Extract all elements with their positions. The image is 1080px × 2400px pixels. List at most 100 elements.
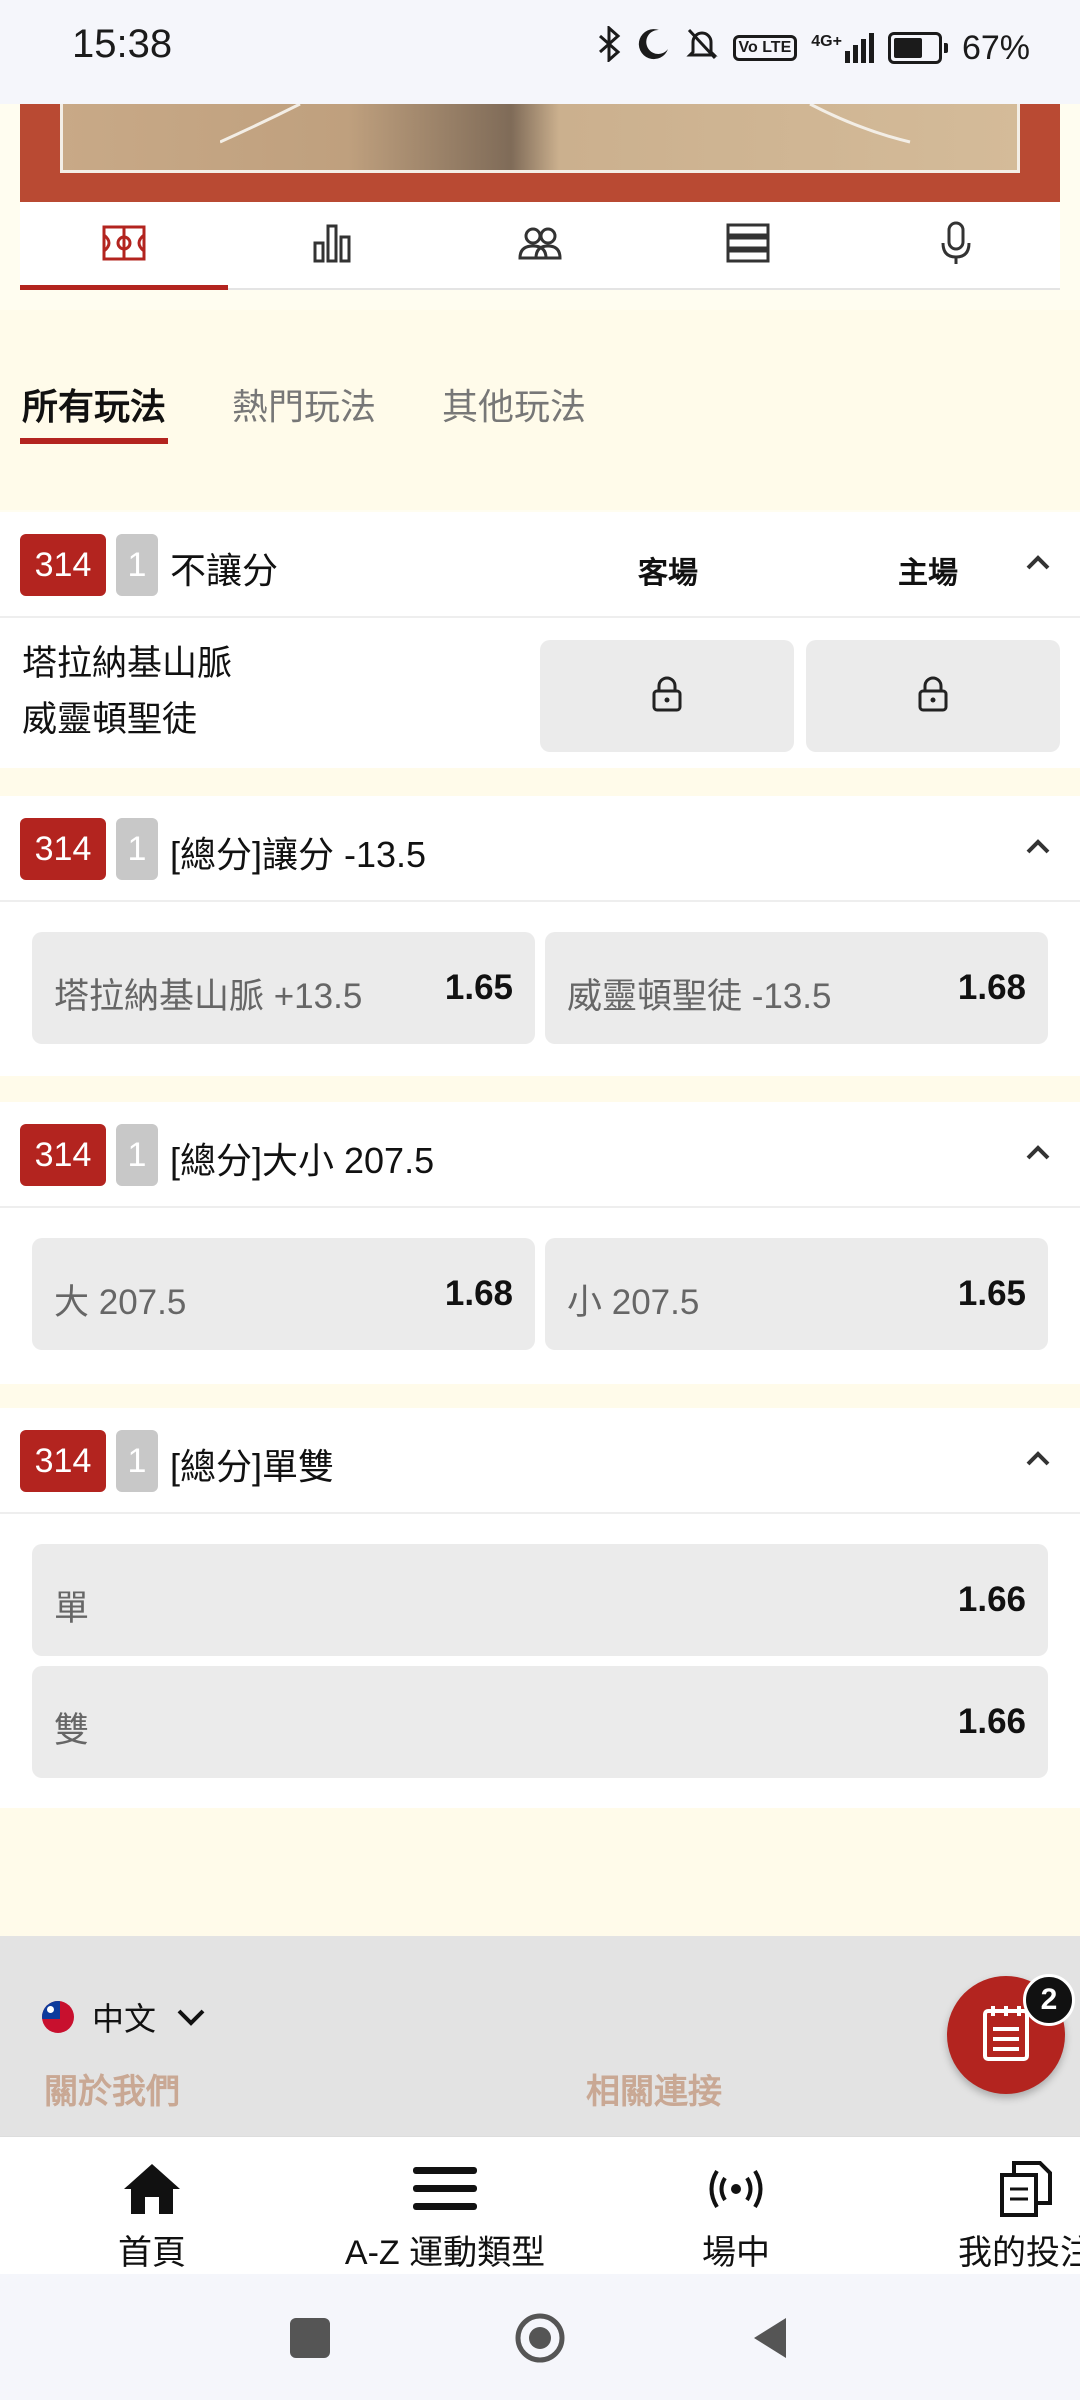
- lock-icon: [651, 676, 683, 717]
- market-total: 314 1 [總分]大小 207.5 大 207.5 1.68 小 207.5 …: [0, 1102, 1080, 1384]
- battery-icon: [887, 32, 948, 64]
- lineup-users-icon: [518, 226, 562, 265]
- nav-az-sports[interactable]: A-Z 運動類型: [330, 2137, 560, 2275]
- about-us-link[interactable]: 關於我們: [44, 2064, 180, 2113]
- moon-icon: [637, 27, 671, 70]
- lock-icon: [917, 676, 949, 717]
- period-badge: 1: [116, 818, 158, 880]
- odds-button-under[interactable]: 小 207.5 1.65: [545, 1238, 1048, 1350]
- odds-label: 單: [54, 1589, 90, 1628]
- market-code-badge: 314: [20, 534, 106, 596]
- basketball-court-icon: [102, 225, 146, 266]
- page-bottom-spacer: [0, 1808, 1080, 1936]
- market-code-badge: 314: [20, 1430, 106, 1492]
- odds-value: 1.68: [444, 1274, 513, 1313]
- tab-standings[interactable]: [644, 202, 852, 288]
- odds-button-home-handicap[interactable]: 威靈頓聖徒 -13.5 1.68: [545, 932, 1048, 1044]
- active-tab-indicator: [20, 438, 168, 444]
- period-badge: 1: [116, 1124, 158, 1186]
- language-label: 中文: [92, 2001, 157, 2037]
- odds-label: 威靈頓聖徒 -13.5: [567, 977, 832, 1016]
- system-navigation-bar: [0, 2274, 1080, 2400]
- home-column-label: 主場: [898, 557, 958, 590]
- nav-home[interactable]: 首頁: [90, 2137, 214, 2275]
- market-header[interactable]: 314 1 [總分]讓分 -13.5: [0, 796, 1080, 902]
- odds-button-away-handicap[interactable]: 塔拉納基山脈 +13.5 1.65: [32, 932, 535, 1044]
- team-names: 塔拉納基山脈 威靈頓聖徒: [22, 636, 232, 748]
- mute-bell-icon: [685, 26, 719, 71]
- market-title: [總分]單雙: [170, 1446, 335, 1487]
- period-badge: 1: [116, 1430, 158, 1492]
- tab-court[interactable]: [20, 202, 228, 290]
- standings-list-icon: [726, 223, 770, 268]
- documents-icon: [1000, 2161, 1052, 2217]
- tab-other-plays[interactable]: 其他玩法: [442, 378, 586, 430]
- market-header[interactable]: 314 1 [總分]大小 207.5: [0, 1102, 1080, 1208]
- tab-stats[interactable]: [228, 202, 436, 288]
- team-away-name: 塔拉納基山脈: [22, 644, 233, 683]
- stats-chart-icon: [312, 223, 352, 268]
- nav-my-bets[interactable]: 我的投注: [950, 2137, 1080, 2275]
- site-footer: 中文 關於我們 相關連接: [0, 1936, 1080, 2136]
- nav-live[interactable]: 場中: [686, 2137, 786, 2275]
- menu-icon: [413, 2167, 477, 2210]
- language-selector[interactable]: 中文: [42, 1994, 208, 2040]
- chevron-up-icon[interactable]: [1018, 1438, 1058, 1478]
- market-header[interactable]: 314 1 不讓分 客場 主場: [0, 512, 1080, 618]
- status-icons: Vo LTE 4G+ 67%: [597, 24, 1030, 72]
- home-odds-locked-button[interactable]: [806, 640, 1060, 752]
- bottom-navigation: 首頁 A-Z 運動類型 場中 我的投注: [0, 2136, 1080, 2275]
- tab-lineup[interactable]: [436, 202, 644, 288]
- market-odd-even: 314 1 [總分]單雙 單 1.66 雙 1.66: [0, 1408, 1080, 1808]
- recent-apps-button[interactable]: [290, 2318, 330, 2358]
- nav-mybets-label: 我的投注: [958, 2234, 1080, 2272]
- odds-button-over[interactable]: 大 207.5 1.68: [32, 1238, 535, 1350]
- odds-value: 1.68: [957, 968, 1026, 1007]
- market-title: [總分]讓分 -13.5: [170, 834, 427, 875]
- live-broadcast-icon: [709, 2169, 763, 2209]
- betslip-notepad-icon: [981, 2003, 1031, 2068]
- market-code-badge: 314: [20, 1124, 106, 1186]
- tab-commentary[interactable]: [852, 202, 1060, 288]
- odds-value: 1.66: [957, 1702, 1026, 1741]
- away-odds-locked-button[interactable]: [540, 640, 794, 752]
- market-header[interactable]: 314 1 [總分]單雙: [0, 1408, 1080, 1514]
- related-links-link[interactable]: 相關連接: [586, 2064, 722, 2113]
- back-system-button[interactable]: [750, 2314, 790, 2362]
- market-title: 不讓分: [170, 550, 279, 591]
- status-bar: 15:38 Vo LTE 4G+ 67%: [0, 0, 1080, 104]
- tab-all-plays[interactable]: 所有玩法: [22, 378, 166, 430]
- odds-button-odd[interactable]: 單 1.66: [32, 1544, 1048, 1656]
- chevron-up-icon[interactable]: [1018, 826, 1058, 866]
- chevron-up-icon[interactable]: [1018, 1132, 1058, 1172]
- chevron-up-icon[interactable]: [1018, 542, 1058, 582]
- home-system-button[interactable]: [514, 2312, 566, 2364]
- betslip-count-badge: 2: [1023, 1974, 1075, 2026]
- home-icon: [124, 2164, 180, 2214]
- section-gap: [0, 1076, 1080, 1102]
- court-image: [20, 104, 1060, 202]
- away-column-label: 客場: [638, 557, 698, 590]
- market-code-badge: 314: [20, 818, 106, 880]
- odds-label: 塔拉納基山脈 +13.5: [54, 977, 363, 1016]
- section-gap: [0, 1384, 1080, 1408]
- period-badge: 1: [116, 534, 158, 596]
- market-handicap: 314 1 [總分]讓分 -13.5 塔拉納基山脈 +13.5 1.65 威靈頓…: [0, 796, 1080, 1076]
- odds-label: 大 207.5: [54, 1283, 187, 1322]
- team-home-name: 威靈頓聖徒: [22, 700, 198, 739]
- odds-button-even[interactable]: 雙 1.66: [32, 1666, 1048, 1778]
- chevron-down-icon: [177, 2009, 205, 2026]
- nav-live-label: 場中: [702, 2234, 770, 2272]
- market-moneyline: 314 1 不讓分 客場 主場 塔拉納基山脈 威靈頓聖徒: [0, 512, 1080, 768]
- nav-home-label: 首頁: [118, 2234, 186, 2272]
- sport-tab-bar: [20, 202, 1060, 290]
- tab-popular-plays[interactable]: 熱門玩法: [232, 378, 376, 430]
- status-time: 15:38: [72, 22, 173, 66]
- odds-label: 小 207.5: [567, 1283, 700, 1322]
- play-type-tabs: 所有玩法 熱門玩法 其他玩法: [0, 310, 1080, 510]
- battery-percent: 67%: [961, 28, 1030, 67]
- bluetooth-icon: [597, 24, 623, 71]
- signal-icon: 4G+: [811, 33, 874, 63]
- network-type: 4G+: [811, 33, 842, 50]
- odds-value: 1.66: [957, 1580, 1026, 1619]
